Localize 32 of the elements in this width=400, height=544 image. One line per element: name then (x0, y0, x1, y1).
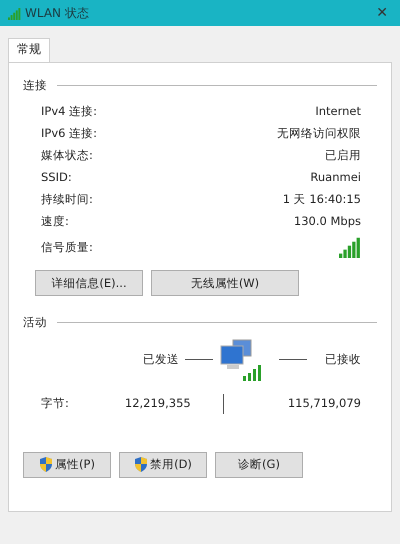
shield-icon (134, 457, 148, 472)
field-label: 媒体状态: (41, 146, 93, 164)
group-heading: 连接 (23, 77, 47, 94)
button[interactable]: 属性(P) (23, 452, 111, 478)
field-label: IPv4 连接: (41, 102, 97, 120)
sent-bytes: 12,219,355 (124, 394, 191, 412)
tab[interactable]: 常规 (8, 38, 50, 62)
field-label: SSID: (41, 168, 72, 186)
field-value: 已启用 (325, 146, 361, 164)
close-button[interactable]: ✕ (372, 2, 392, 24)
bytes-label: 字节: (41, 394, 69, 412)
field-value: Internet (315, 102, 361, 120)
field-value: Ruanmei (310, 168, 361, 186)
signal-quality-icon (339, 236, 361, 258)
shield-icon (39, 457, 54, 472)
field-value: 1 天 16:40:15 (282, 190, 361, 208)
group-heading: 活动 (23, 314, 47, 332)
window-title: WLAN 状态 (25, 5, 89, 22)
field-label: 持续时间: (41, 190, 93, 208)
sent-label: 已发送 (143, 350, 179, 368)
received-label: 已接收 (325, 350, 361, 368)
field-label: IPv6 连接: (41, 124, 97, 142)
button[interactable]: 诊断(G) (215, 452, 303, 478)
button[interactable]: 详细信息(E)... (35, 270, 143, 296)
field-value: 130.0 Mbps (294, 212, 361, 230)
received-bytes: 115,719,079 (288, 394, 361, 412)
button[interactable]: 禁用(D) (119, 452, 207, 478)
signal-icon (8, 6, 21, 20)
field-value: 无网络访问权限 (277, 124, 361, 142)
field-label: 信号质量: (41, 238, 93, 256)
field-label: 速度: (41, 212, 69, 230)
button[interactable]: 无线属性(W) (151, 270, 299, 296)
